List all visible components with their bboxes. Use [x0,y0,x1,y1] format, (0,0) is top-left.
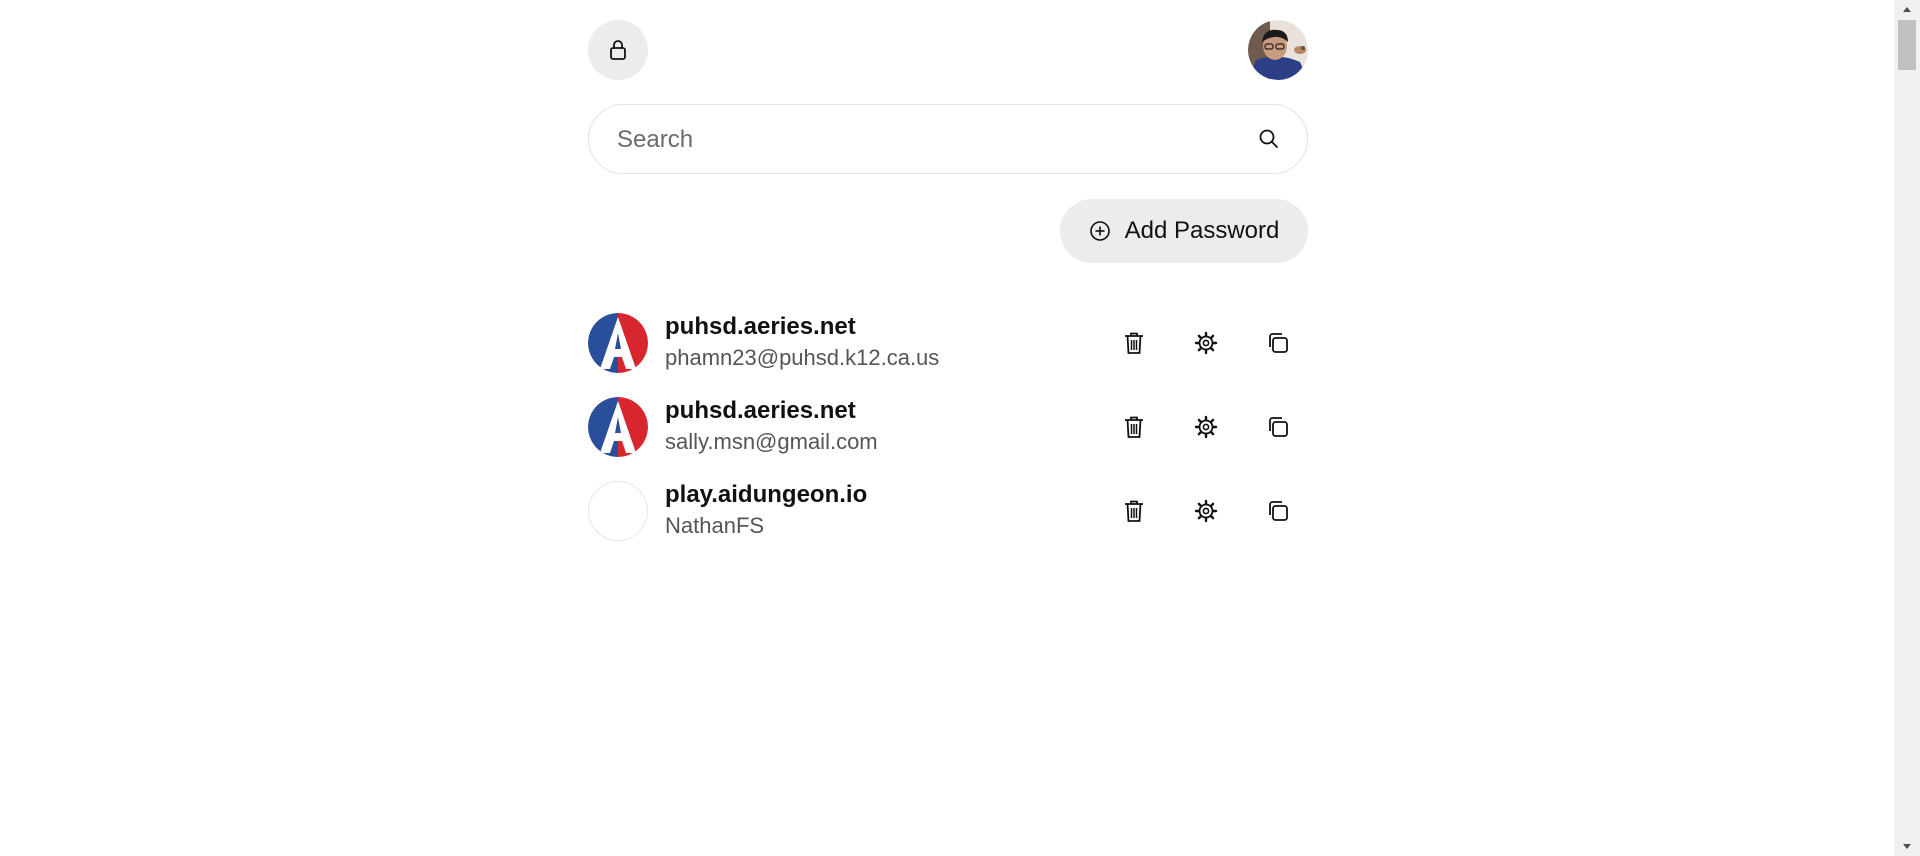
site-username: sally.msn@gmail.com [665,429,878,454]
main-container: Add Password puhsd.aeries.net phamn23@pu… [588,0,1308,541]
site-name: play.aidungeon.io [665,481,868,508]
search-input[interactable] [615,105,1219,175]
site-logo [588,313,648,373]
settings-button[interactable] [1192,497,1220,525]
caret-up-icon [1903,7,1911,12]
copy-icon [1269,333,1288,353]
search-icon[interactable] [1257,127,1281,151]
caret-down-icon [1903,844,1911,849]
aeries-logo-icon [588,397,648,457]
delete-button[interactable] [1120,329,1148,357]
scroll-down-button[interactable] [1894,838,1920,856]
gear-icon [1194,499,1218,523]
avatar-image [1248,20,1308,80]
password-manager-page: Add Password puhsd.aeries.net phamn23@pu… [0,0,1920,856]
password-list: puhsd.aeries.net phamn23@puhsd.k12.ca.us [588,310,1308,562]
gear-icon [1194,331,1218,355]
vertical-scrollbar[interactable] [1894,0,1920,856]
site-logo [588,481,648,541]
top-bar [588,0,1308,100]
site-name: puhsd.aeries.net [665,313,856,340]
add-password-label: Add Password [1124,217,1280,244]
trash-icon [1125,416,1143,438]
copy-button[interactable] [1264,329,1292,357]
trash-icon [1125,500,1143,522]
add-password-button[interactable]: Add Password [1060,199,1308,263]
copy-button[interactable] [1264,497,1292,525]
scroll-up-button[interactable] [1894,0,1920,18]
site-name: puhsd.aeries.net [665,397,856,424]
site-logo [588,397,648,457]
site-username: NathanFS [665,513,765,538]
settings-button[interactable] [1192,413,1220,441]
search-bar [588,104,1308,175]
aeries-logo-icon [588,313,648,373]
scrollbar-thumb[interactable] [1898,20,1916,70]
list-item[interactable]: puhsd.aeries.net sally.msn@gmail.com [588,394,1308,478]
copy-button[interactable] [1264,413,1292,441]
copy-icon [1269,501,1288,521]
plus-circle-icon [1089,221,1110,241]
trash-icon [1125,332,1143,354]
delete-button[interactable] [1120,497,1148,525]
lock-icon [610,40,626,60]
copy-icon [1269,417,1288,437]
avatar[interactable] [1248,20,1308,80]
delete-button[interactable] [1120,413,1148,441]
list-item[interactable]: puhsd.aeries.net phamn23@puhsd.k12.ca.us [588,310,1308,394]
site-username: phamn23@puhsd.k12.ca.us [665,345,940,370]
list-item[interactable]: play.aidungeon.io NathanFS [588,478,1308,562]
gear-icon [1194,415,1218,439]
lock-button[interactable] [588,20,648,80]
settings-button[interactable] [1192,329,1220,357]
